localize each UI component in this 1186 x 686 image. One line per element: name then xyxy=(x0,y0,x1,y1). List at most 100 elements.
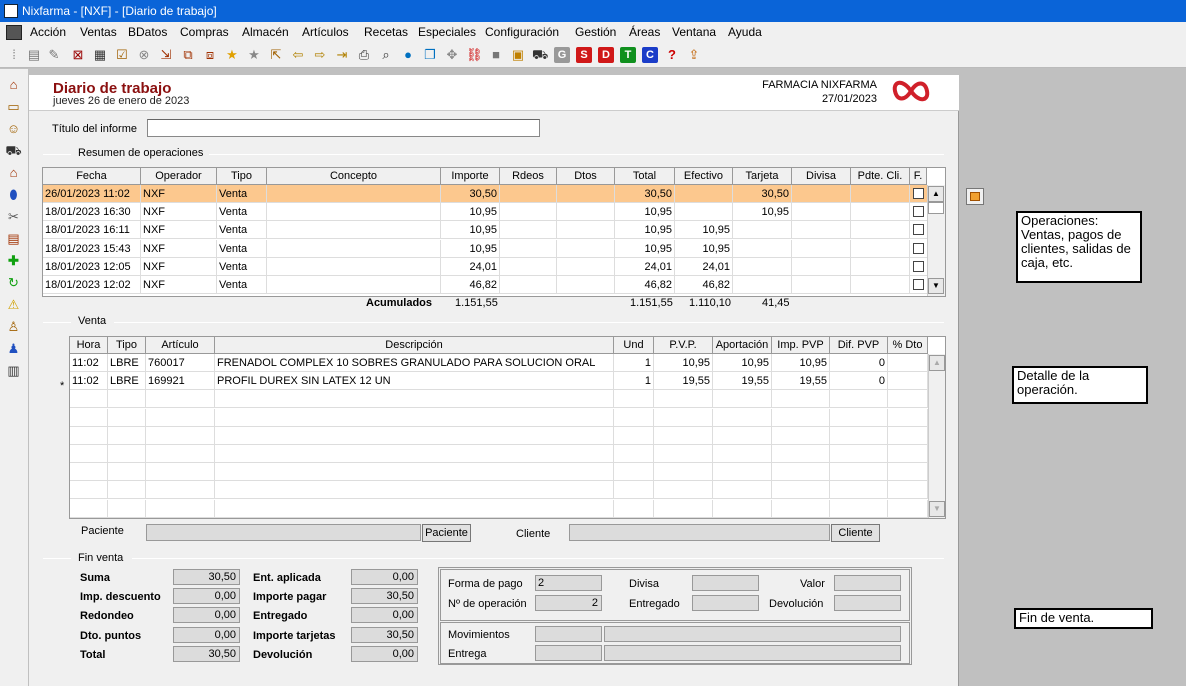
col-header-tipo[interactable]: Tipo xyxy=(217,168,267,185)
menu-ventas[interactable]: Ventas xyxy=(80,25,117,39)
sidebar-register-icon[interactable]: ▤ xyxy=(5,231,22,247)
sidebar-people-icon[interactable]: ♟ xyxy=(5,341,22,357)
g-button[interactable]: G xyxy=(554,47,570,63)
calendar-icon[interactable]: ▦ xyxy=(92,47,108,63)
col-header-efectivo[interactable]: Efectivo xyxy=(675,168,733,185)
sidebar-cash-register-icon[interactable]: ⌂ xyxy=(5,77,22,93)
delete-icon[interactable]: ⊠ xyxy=(70,47,86,63)
scroll-up-button[interactable]: ▲ xyxy=(929,355,945,371)
table-row[interactable]: 26/01/2023 11:02 NXF Venta 30,50 30,50 30,50 xyxy=(43,185,927,203)
arrow-right-icon[interactable]: ⇨ xyxy=(312,47,328,63)
cliente-field[interactable] xyxy=(569,524,830,541)
sidebar-cart-icon[interactable]: ⛟ xyxy=(5,143,22,159)
search-icon[interactable]: ⌕ xyxy=(378,47,394,63)
cancel-doc-icon[interactable]: ⊗ xyxy=(136,47,152,63)
table-row[interactable] xyxy=(70,445,928,463)
table-row[interactable]: 18/01/2023 12:05 NXF Venta 24,01 24,01 24,01 xyxy=(43,257,927,276)
col-header-dtos[interactable]: Dtos xyxy=(557,168,615,185)
col-header-concepto[interactable]: Concepto xyxy=(267,168,441,185)
scroll-down-button[interactable]: ▼ xyxy=(929,501,945,517)
t-button[interactable]: T xyxy=(620,47,636,63)
col-header-hora[interactable]: Hora xyxy=(70,337,108,354)
star-grey-icon[interactable]: ★ xyxy=(246,47,262,63)
d-button[interactable]: D xyxy=(598,47,614,63)
scroll-up-button[interactable]: ▲ xyxy=(928,186,944,202)
menu-configuracion[interactable]: Configuración xyxy=(485,25,559,39)
cliente-button[interactable]: Cliente xyxy=(831,524,880,542)
table-row[interactable] xyxy=(70,481,928,500)
report-title-input[interactable] xyxy=(147,119,540,137)
col-header-pvp[interactable]: P.V.P. xyxy=(654,337,713,354)
pin-icon[interactable]: ● xyxy=(400,47,416,63)
table-row[interactable]: 11:02 LBRE 760017 FRENADOL COMPLEX 10 SOBRE… xyxy=(70,354,928,372)
menu-bdatos[interactable]: BDatos xyxy=(128,25,167,39)
table-row[interactable]: 18/01/2023 12:02 NXF Venta 46,82 46,82 46,82 xyxy=(43,276,927,294)
table-row[interactable] xyxy=(70,463,928,482)
menu-ayuda[interactable]: Ayuda xyxy=(728,25,762,39)
sidebar-person-icon[interactable]: ♙ xyxy=(5,319,22,335)
doc-arrow-icon[interactable]: ⇲ xyxy=(158,47,174,63)
sidebar-barcode-icon[interactable]: ▥ xyxy=(5,363,22,379)
check-doc-icon[interactable]: ☑ xyxy=(114,47,130,63)
col-header-imp-pvp[interactable]: Imp. PVP xyxy=(772,337,830,354)
table-row[interactable] xyxy=(70,499,928,518)
sidebar-tools-icon[interactable]: ✂ xyxy=(5,209,22,225)
edit-doc-icon[interactable]: ✎ xyxy=(46,47,62,63)
stop-icon[interactable]: ■ xyxy=(488,47,504,63)
doc-copy-icon[interactable]: ⧉ xyxy=(180,47,196,63)
col-header-descripcion[interactable]: Descripción xyxy=(215,337,614,354)
table-row[interactable] xyxy=(70,408,928,427)
table-row[interactable]: 18/01/2023 16:11 NXF Venta 10,95 10,95 10,95 xyxy=(43,221,927,240)
operations-scrollbar[interactable]: ▲ ▼ xyxy=(927,185,945,296)
col-header-importe[interactable]: Importe xyxy=(441,168,500,185)
s-button[interactable]: S xyxy=(576,47,592,63)
table-row[interactable] xyxy=(70,426,928,445)
menu-areas[interactable]: Áreas xyxy=(629,25,660,39)
calc-icon[interactable]: ▣ xyxy=(510,47,526,63)
table-row[interactable]: 18/01/2023 16:30 NXF Venta 10,95 10,95 10,95 xyxy=(43,203,927,222)
scroll-down-button[interactable]: ▼ xyxy=(928,278,944,294)
arrow-left-icon[interactable]: ⇦ xyxy=(290,47,306,63)
table-row[interactable]: 11:02 LBRE 169921 PROFIL DUREX SIN LATEX 12… xyxy=(70,372,928,391)
menu-recetas[interactable]: Recetas xyxy=(364,25,408,39)
menu-gestion[interactable]: Gestión xyxy=(575,25,616,39)
grid-toggle-icon[interactable] xyxy=(966,188,984,205)
system-menu-icon[interactable] xyxy=(6,25,22,40)
col-header-rdeos[interactable]: Rdeos xyxy=(500,168,557,185)
col-header-total[interactable]: Total xyxy=(615,168,675,185)
cart-icon[interactable]: ⛟ xyxy=(532,47,548,63)
col-header-fecha[interactable]: Fecha xyxy=(43,168,141,185)
menu-almacen[interactable]: Almacén xyxy=(242,25,289,39)
printer-icon[interactable]: ⎙ xyxy=(356,47,372,63)
menu-ventana[interactable]: Ventana xyxy=(672,25,716,39)
col-header-divisa[interactable]: Divisa xyxy=(792,168,851,185)
star-icon[interactable]: ★ xyxy=(224,47,240,63)
scroll-thumb[interactable] xyxy=(928,202,944,214)
sidebar-card-icon[interactable]: ▭ xyxy=(5,99,22,115)
col-header-articulo[interactable]: Artículo xyxy=(146,337,215,354)
col-header-f[interactable]: F. xyxy=(910,168,927,185)
new-doc-icon[interactable]: ▤ xyxy=(26,47,42,63)
menu-articulos[interactable]: Artículos xyxy=(302,25,349,39)
sidebar-refresh-icon[interactable]: ↻ xyxy=(5,275,22,291)
row-checkbox[interactable] xyxy=(913,242,924,254)
table-row[interactable]: 18/01/2023 15:43 NXF Venta 10,95 10,95 10,95 xyxy=(43,239,927,258)
sidebar-plus-icon[interactable]: ✚ xyxy=(5,253,22,269)
doc-link-icon[interactable]: ⧈ xyxy=(202,47,218,63)
col-header-tipo[interactable]: Tipo xyxy=(108,337,146,354)
row-checkbox[interactable] xyxy=(913,260,924,272)
col-header-aportacion[interactable]: Aportación xyxy=(713,337,772,354)
menu-especiales[interactable]: Especiales xyxy=(418,25,476,39)
exit-icon[interactable]: ⇥ xyxy=(334,47,350,63)
menu-accion[interactable]: Acción xyxy=(30,25,66,39)
menu-compras[interactable]: Compras xyxy=(180,25,229,39)
col-header-dif-pvp[interactable]: Dif. PVP xyxy=(830,337,888,354)
col-header-und[interactable]: Und xyxy=(614,337,654,354)
sidebar-store-icon[interactable]: ⌂ xyxy=(5,165,22,181)
col-header-operador[interactable]: Operador xyxy=(141,168,217,185)
col-header-tarjeta[interactable]: Tarjeta xyxy=(733,168,792,185)
help-icon[interactable]: ? xyxy=(664,47,680,63)
sidebar-warning-icon[interactable]: ⚠ xyxy=(5,297,22,313)
sidebar-pill-icon[interactable]: ⬮ xyxy=(5,187,22,203)
windows-icon[interactable]: ❐ xyxy=(422,47,438,63)
